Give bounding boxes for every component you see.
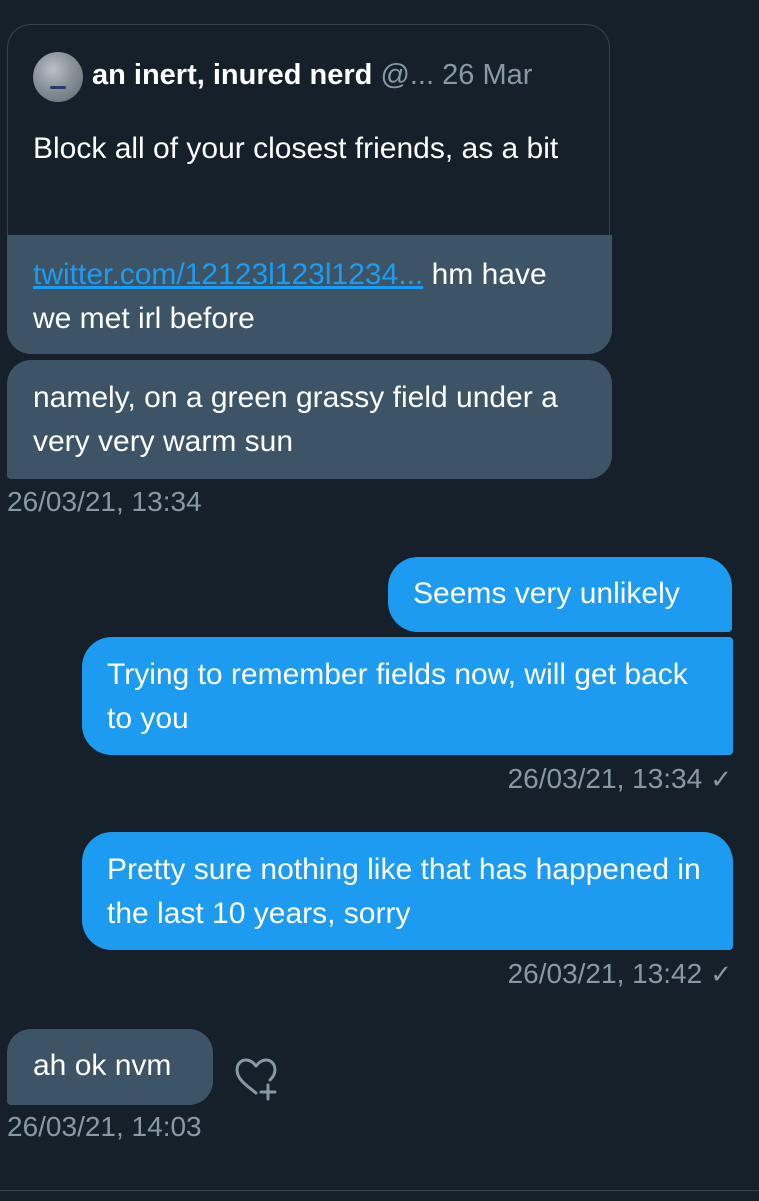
message-bubble-sent[interactable]: Seems very unlikely (388, 557, 732, 632)
sent-check-icon: ✓ (710, 959, 732, 989)
message-timestamp-row: 26/03/21, 13:34 ✓ (380, 761, 732, 797)
quoted-tweet-text: Block all of your closest friends, as a … (33, 132, 559, 165)
quoted-tweet-date: 26 Mar (442, 59, 533, 91)
message-bubble-sent[interactable]: Pretty sure nothing like that has happen… (82, 832, 733, 950)
message-text: ah ok nvm (33, 1049, 172, 1082)
message-bubble-received[interactable]: twitter.com/12123l123l1234... hm have we… (7, 235, 612, 354)
message-bubble-received[interactable]: ah ok nvm (7, 1029, 213, 1105)
message-timestamp: 26/03/21, 13:34 (7, 486, 202, 517)
message-text: namely, on a green grassy field under a … (33, 381, 558, 458)
message-timestamp: 26/03/21, 13:42 (507, 958, 703, 989)
quoted-tweet-header: an inert, inured nerd @... 26 Mar (92, 55, 609, 95)
avatar[interactable] (33, 52, 83, 102)
quoted-tweet-card[interactable]: an inert, inured nerd @... 26 Mar Block … (7, 24, 610, 236)
message-timestamp: 26/03/21, 13:34 (507, 763, 703, 794)
sent-check-icon: ✓ (710, 764, 732, 794)
quoted-author-handle: @... (380, 59, 435, 91)
message-bubble-received[interactable]: namely, on a green grassy field under a … (7, 360, 612, 479)
composer-divider (0, 1190, 759, 1201)
tweet-link[interactable]: twitter.com/12123l123l1234... (33, 258, 423, 291)
quoted-author-name[interactable]: an inert, inured nerd (92, 59, 372, 91)
heart-plus-icon[interactable] (232, 1055, 284, 1103)
message-bubble-sent[interactable]: Trying to remember fields now, will get … (82, 637, 733, 755)
message-text: Seems very unlikely (413, 577, 680, 610)
message-timestamp-row: 26/03/21, 13:42 ✓ (380, 956, 732, 992)
message-timestamp: 26/03/21, 14:03 (7, 1111, 202, 1142)
avatar-detail (50, 86, 66, 89)
message-text: Pretty sure nothing like that has happen… (107, 853, 701, 930)
message-text: Trying to remember fields now, will get … (107, 658, 688, 735)
